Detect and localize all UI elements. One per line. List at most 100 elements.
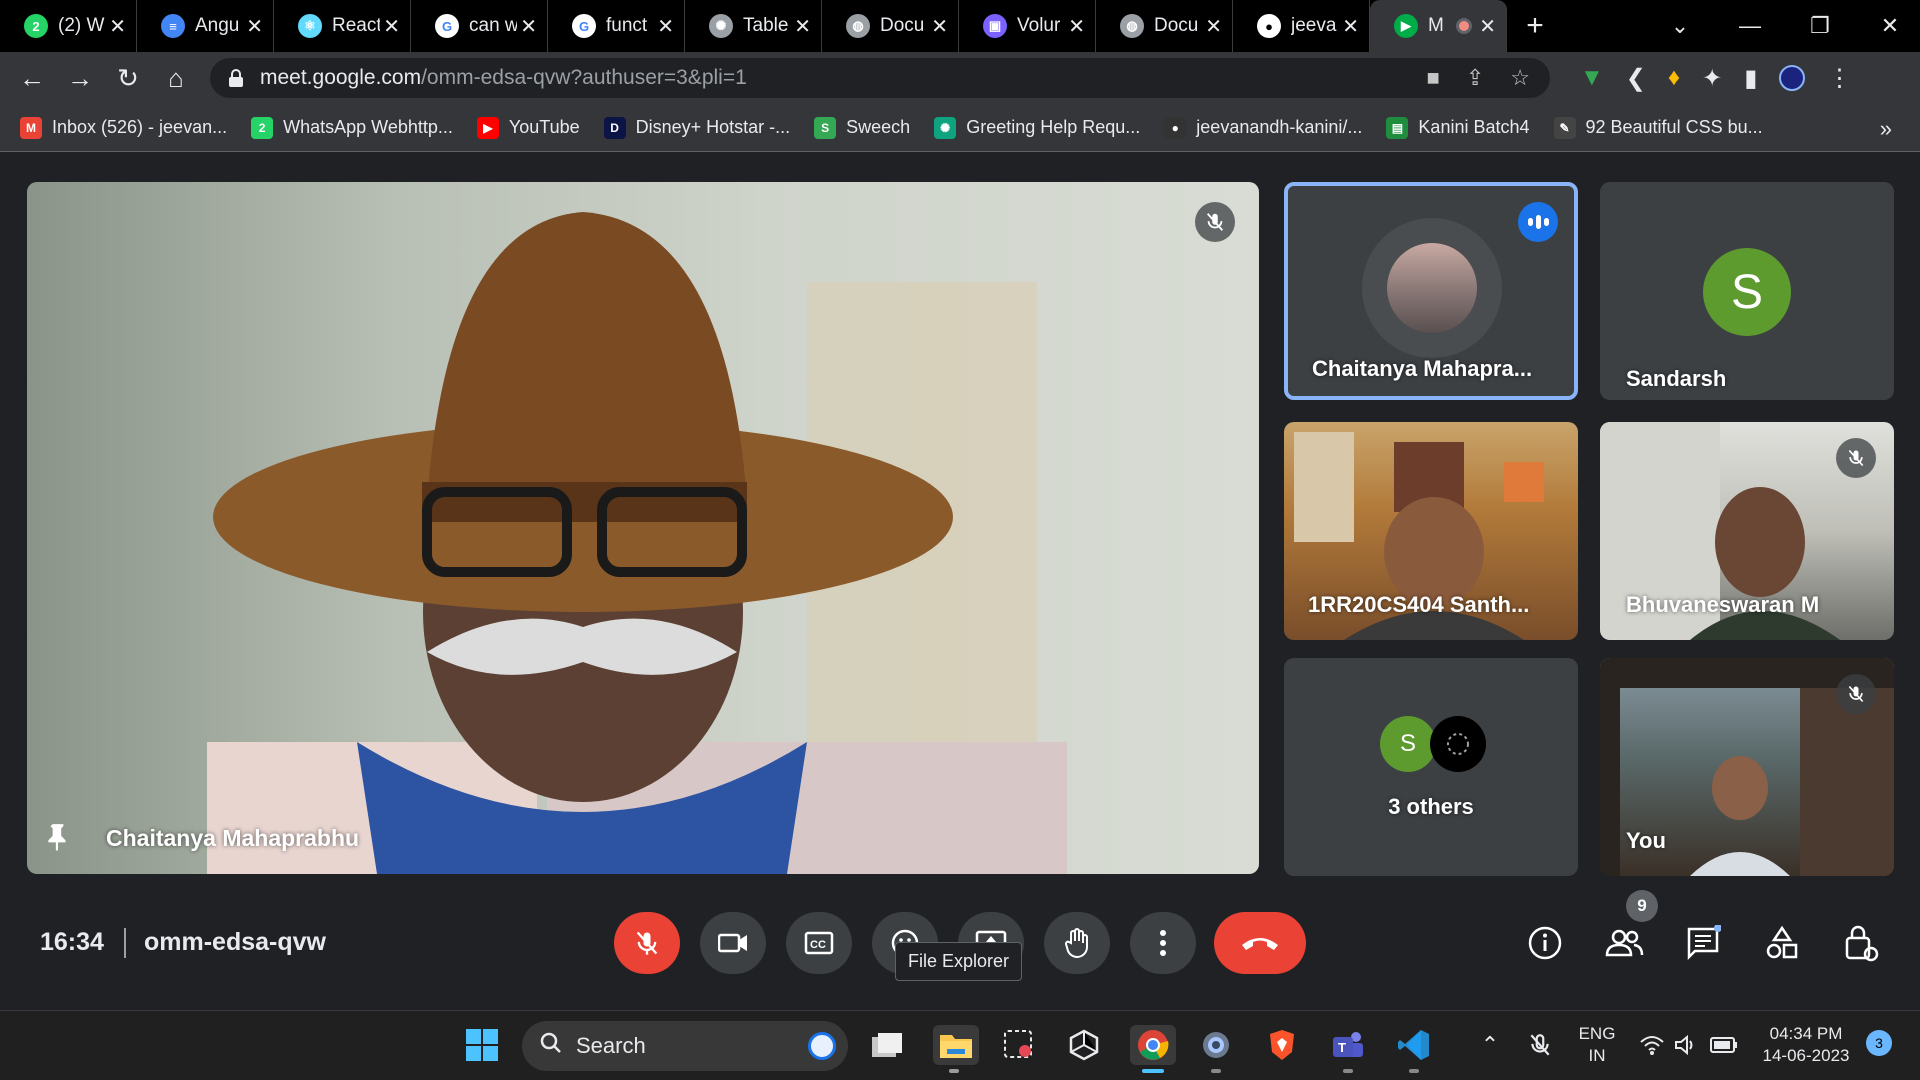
main-video-tile[interactable]: Chaitanya Mahaprabhu (27, 182, 1259, 874)
close-tab-icon[interactable]: ✕ (246, 14, 263, 39)
settings-gear-icon[interactable] (1196, 1025, 1236, 1065)
participant-tile-others[interactable]: S 3 others (1284, 658, 1578, 876)
browser-tab[interactable]: ▶ M ✕ (1370, 0, 1507, 52)
close-tab-icon[interactable]: ✕ (1342, 14, 1359, 39)
language-indicator[interactable]: ENG IN (1572, 1023, 1622, 1067)
region-code: IN (1588, 1046, 1606, 1065)
tab-search-icon[interactable]: ⌄ (1645, 0, 1715, 52)
volume-icon[interactable] (1666, 1025, 1706, 1065)
classroom-icon: ▤ (1386, 116, 1409, 139)
close-tab-icon[interactable]: ✕ (383, 14, 400, 39)
forward-icon[interactable]: → (56, 52, 104, 104)
new-tab-button[interactable]: + (1507, 0, 1563, 52)
minimize-button[interactable]: — (1715, 0, 1785, 52)
windows-start-icon[interactable] (462, 1025, 502, 1065)
share-icon[interactable]: ⇪ (1466, 65, 1484, 91)
close-tab-icon[interactable]: ✕ (1205, 14, 1222, 39)
profile-avatar[interactable] (1779, 65, 1806, 91)
browser-tab[interactable]: ◍ Docu ✕ (822, 0, 959, 52)
participant-tile-chaitanya[interactable]: Chaitanya Mahapra... (1284, 182, 1578, 400)
extension-back-icon[interactable]: ❮ (1626, 64, 1646, 93)
google-icon: G (572, 14, 596, 38)
more-options-button[interactable] (1130, 912, 1196, 974)
host-controls-icon[interactable] (1836, 918, 1886, 968)
back-icon[interactable]: ← (8, 52, 56, 104)
pin-icon[interactable] (45, 822, 71, 857)
extension-bulb-icon[interactable]: ♦ (1668, 64, 1680, 92)
side-panel-icon[interactable]: ▮ (1744, 64, 1757, 93)
leave-call-button[interactable] (1214, 912, 1306, 974)
task-view-icon[interactable] (867, 1025, 907, 1065)
running-indicator (949, 1069, 959, 1073)
url-host: meet.google.com (260, 66, 422, 89)
reload-icon[interactable]: ↻ (104, 52, 152, 104)
notification-badge[interactable]: 3 (1866, 1030, 1892, 1056)
clock-area[interactable]: 04:34 PM 14-06-2023 (1752, 1023, 1860, 1067)
people-icon[interactable] (1599, 918, 1649, 968)
raise-hand-button[interactable] (1044, 912, 1110, 974)
close-tab-icon[interactable]: ✕ (1479, 14, 1496, 39)
battery-icon[interactable] (1704, 1025, 1744, 1065)
menu-kebab-icon[interactable]: ⋮ (1827, 64, 1851, 93)
chevron-up-icon[interactable]: ⌃ (1470, 1025, 1510, 1065)
browser-tab[interactable]: ✺ Table ✕ (685, 0, 822, 52)
activities-icon[interactable] (1757, 918, 1807, 968)
close-tab-icon[interactable]: ✕ (109, 14, 126, 39)
bookmark-item[interactable]: ✎ 92 Beautiful CSS bu... (1553, 116, 1763, 139)
participant-tile-sandarsh[interactable]: S Sandarsh (1600, 182, 1894, 400)
browser-tab[interactable]: 2 (2) W ✕ (0, 0, 137, 52)
browser-tab[interactable]: ◍ Docu ✕ (1096, 0, 1233, 52)
extensions-puzzle-icon[interactable]: ✦ (1702, 64, 1722, 93)
bookmark-item[interactable]: ▶ YouTube (476, 116, 580, 139)
bookmarks-overflow-icon[interactable]: » (1880, 116, 1892, 142)
bookmark-item[interactable]: 2 WhatsApp Webhttp... (251, 116, 453, 139)
globe-icon: ◍ (1120, 14, 1144, 38)
avatar (1387, 243, 1477, 333)
close-tab-icon[interactable]: ✕ (520, 14, 537, 39)
browser-tab[interactable]: ≡ Angu ✕ (137, 0, 274, 52)
snipping-tool-icon[interactable] (999, 1025, 1039, 1065)
microphone-toggle-button[interactable] (614, 912, 680, 974)
teams-icon[interactable]: T (1328, 1025, 1368, 1065)
chrome-icon[interactable] (1130, 1025, 1176, 1065)
extension-green-icon[interactable]: ▼ (1580, 64, 1604, 92)
tooltip: File Explorer (895, 942, 1023, 981)
browser-tab[interactable]: Gcan w ✕ (411, 0, 548, 52)
participant-tile-bhuvaneswaran[interactable]: Bhuvaneswaran M (1600, 422, 1894, 640)
close-tab-icon[interactable]: ✕ (794, 14, 811, 39)
close-tab-icon[interactable]: ✕ (657, 14, 674, 39)
captions-button[interactable]: CC (786, 912, 852, 974)
camera-permission-icon[interactable]: ■ (1427, 65, 1440, 91)
home-icon[interactable]: ⌂ (152, 52, 200, 104)
bookmark-item[interactable]: M Inbox (526) - jeevan... (20, 116, 227, 139)
bookmark-item[interactable]: S Sweech (814, 116, 910, 139)
bookmark-item[interactable]: ✺ Greeting Help Requ... (934, 116, 1140, 139)
browser-tab[interactable]: ⚛ React ✕ (274, 0, 411, 52)
vscode-icon[interactable] (1394, 1025, 1434, 1065)
chat-icon[interactable] (1678, 918, 1728, 968)
participant-tile-you[interactable]: You (1600, 658, 1894, 876)
meeting-code: omm-edsa-qvw (144, 928, 326, 956)
bookmark-item[interactable]: D Disney+ Hotstar -... (603, 116, 790, 139)
bookmark-item[interactable]: ● jeevanandh-kanini/... (1164, 116, 1362, 139)
close-window-button[interactable]: ✕ (1855, 0, 1920, 52)
mic-muted-tray-icon[interactable] (1520, 1025, 1560, 1065)
address-bar[interactable]: meet.google.com/omm-edsa-qvw?authuser=3&… (210, 58, 1550, 98)
file-explorer-icon[interactable] (933, 1025, 979, 1065)
bookmark-star-icon[interactable]: ☆ (1510, 65, 1530, 91)
bookmark-item[interactable]: ▤ Kanini Batch4 (1386, 116, 1530, 139)
camera-toggle-button[interactable] (700, 912, 766, 974)
participant-tile-santh[interactable]: 1RR20CS404 Santh... (1284, 422, 1578, 640)
main-tile-name: Chaitanya Mahaprabhu (106, 825, 360, 851)
meeting-details-icon[interactable] (1520, 918, 1570, 968)
avatar: S (1380, 716, 1436, 772)
unity-icon[interactable] (1064, 1025, 1104, 1065)
browser-tab[interactable]: ● jeeva ✕ (1233, 0, 1370, 52)
restore-button[interactable]: ❐ (1785, 0, 1855, 52)
close-tab-icon[interactable]: ✕ (1068, 14, 1085, 39)
close-tab-icon[interactable]: ✕ (931, 14, 948, 39)
taskbar-search[interactable]: Search (522, 1021, 848, 1071)
brave-icon[interactable] (1262, 1025, 1302, 1065)
browser-tab[interactable]: ▣ Volur ✕ (959, 0, 1096, 52)
browser-tab[interactable]: Gfunct ✕ (548, 0, 685, 52)
